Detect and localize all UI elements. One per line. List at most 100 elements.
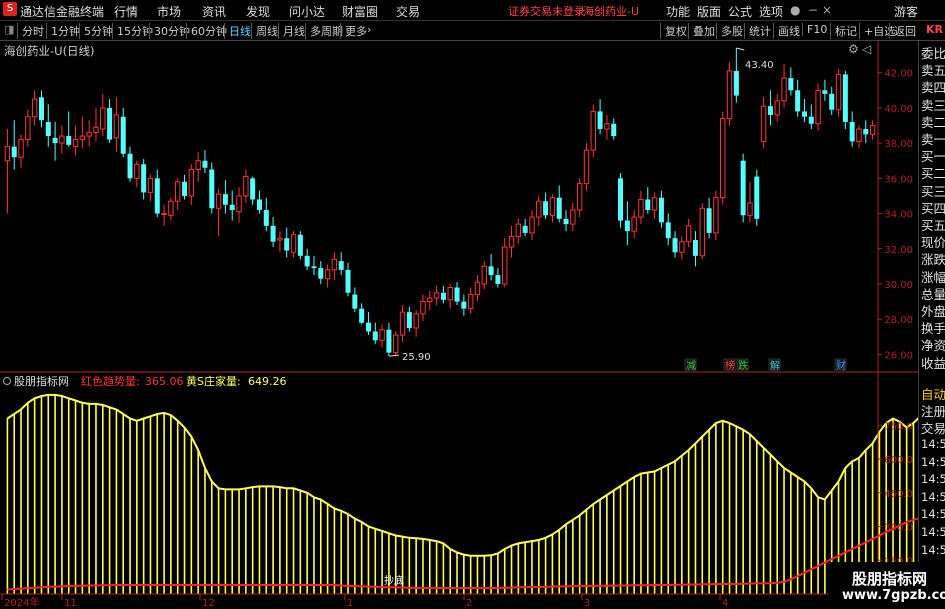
user-icon[interactable]: ● xyxy=(790,3,800,17)
candle-body xyxy=(618,178,624,221)
side-panel-action[interactable]: 自动 xyxy=(921,384,945,403)
candle-body xyxy=(651,197,658,211)
toggle-icon[interactable]: ◨ xyxy=(4,23,14,36)
period-30min[interactable]: 30分钟 xyxy=(149,23,190,39)
menu-trade[interactable]: 交易 xyxy=(396,3,420,20)
btn-multi-stock[interactable]: 多股 xyxy=(716,23,743,39)
minimize-icon[interactable]: − xyxy=(808,3,818,17)
candle-body xyxy=(576,183,583,211)
quote-field-label: 买二 xyxy=(921,166,945,182)
candle-body xyxy=(835,73,842,111)
candle-body xyxy=(250,178,256,200)
pane-settings-icon[interactable]: ⚙ xyxy=(848,42,859,56)
candle-body xyxy=(18,139,24,158)
quote-side-panel: 委比 卖五 卖四 卖三 卖二 卖一 买一 买二 买三 买四 买五 现价 涨跌 涨幅 总量 外盘 换手 净资 收益 自动… xyxy=(918,41,945,609)
candle-body xyxy=(638,198,644,218)
candle-body xyxy=(747,202,753,216)
side-panel-action[interactable]: 交易 xyxy=(921,418,945,437)
candle-body xyxy=(113,114,120,139)
candle-body xyxy=(52,137,58,144)
candle-body xyxy=(597,111,603,130)
period-weekly[interactable]: 周线 xyxy=(251,23,278,39)
btn-f10[interactable]: F10 xyxy=(802,23,827,36)
x-tick-label: 12 xyxy=(202,598,215,609)
candle-body xyxy=(570,209,576,225)
candle-body xyxy=(829,93,835,110)
menu-news[interactable]: 资讯 xyxy=(202,3,226,20)
event-tag-label: 跌 xyxy=(738,359,748,372)
candle-body xyxy=(685,225,692,243)
btn-overlay[interactable]: 叠加 xyxy=(688,23,715,39)
candle-body xyxy=(726,70,733,119)
more-chevron-icon[interactable]: › xyxy=(367,23,371,36)
price-y-tick-label: 42.00 xyxy=(884,69,913,80)
period-daily[interactable]: 日线 xyxy=(224,23,251,39)
btn-mark[interactable]: 标记 xyxy=(830,23,857,39)
btn-back[interactable]: 返回 xyxy=(889,23,916,39)
candle-body xyxy=(263,210,269,226)
quote-field-label: 涨跌 xyxy=(921,252,945,268)
event-tag-label: 减 xyxy=(686,360,696,372)
candle-body xyxy=(195,160,201,171)
menu-function[interactable]: 功能 xyxy=(666,3,690,20)
candle-body xyxy=(11,146,17,158)
price-high-label: 43.40 xyxy=(745,60,774,71)
price-y-tick-label: 34.00 xyxy=(884,210,913,221)
kr-badge: KR xyxy=(926,23,943,36)
close-icon[interactable]: × xyxy=(822,3,832,17)
quote-field-label: 委比 xyxy=(921,46,945,61)
menu-discover[interactable]: 发现 xyxy=(246,3,270,20)
tick-time-label: 14:56 xyxy=(921,472,945,487)
period-5min[interactable]: 5分钟 xyxy=(79,23,113,39)
menu-quotes[interactable]: 行情 xyxy=(114,3,138,20)
period-more[interactable]: 更多 xyxy=(340,23,367,39)
menu-formula[interactable]: 公式 xyxy=(728,3,752,20)
x-tick-label: 11 xyxy=(64,598,77,609)
candle-body xyxy=(324,269,331,280)
candle-body xyxy=(222,194,228,205)
btn-stats[interactable]: 统计 xyxy=(744,23,771,39)
candle-body xyxy=(631,216,637,232)
price-chart-title: 海创药业-U(日线) xyxy=(4,44,95,58)
period-multi[interactable]: 多周期 xyxy=(305,23,343,39)
menu-wealth[interactable]: 财富圈 xyxy=(342,3,378,20)
menu-layout[interactable]: 版面 xyxy=(697,3,721,20)
tick-time-label: 14:56 xyxy=(921,454,945,469)
candle-body xyxy=(672,238,678,253)
period-monthly[interactable]: 月线 xyxy=(278,23,305,39)
candle-body xyxy=(849,121,855,142)
candle-body xyxy=(461,301,467,309)
login-status[interactable]: 证券交易未登录 xyxy=(508,3,585,19)
btn-rights[interactable]: 复权 xyxy=(660,23,687,39)
candle-body xyxy=(590,110,596,151)
btn-draw[interactable]: 画线 xyxy=(773,23,800,39)
candle-body xyxy=(304,255,310,267)
period-15min[interactable]: 15分钟 xyxy=(112,23,153,39)
candle-body xyxy=(808,116,814,124)
price-low-label: 25.90 xyxy=(402,352,431,363)
menu-options[interactable]: 选项 xyxy=(759,3,783,20)
menu-bar: S 通达信金融终端 行情 市场 资讯 发现 问小达 财富圈 交易 证券交易未登录… xyxy=(0,0,945,21)
period-1min[interactable]: 1分钟 xyxy=(46,23,80,39)
indicator-settings-icon[interactable] xyxy=(3,377,11,385)
buy-bottom-tag: 抄底 xyxy=(384,574,404,587)
high-marker-arrow xyxy=(736,47,745,51)
x-tick-label: 3 xyxy=(584,598,590,609)
candle-body xyxy=(413,313,419,329)
period-tick[interactable]: 分时 xyxy=(17,23,44,39)
candle-body xyxy=(713,197,719,234)
candle-body xyxy=(386,329,392,353)
quote-field-label: 卖四 xyxy=(921,80,945,96)
watermark-line2: www.7gpzb.com xyxy=(842,588,945,603)
guest-user[interactable]: 游客 xyxy=(894,3,918,20)
side-panel-action[interactable]: 注册 xyxy=(921,401,945,420)
price-y-tick-label: 38.00 xyxy=(884,139,913,150)
period-60min[interactable]: 60分钟 xyxy=(186,23,227,39)
candle-body xyxy=(781,77,787,102)
pane-collapse-icon[interactable]: ◁ xyxy=(861,42,871,56)
candle-body xyxy=(543,201,549,216)
menu-market[interactable]: 市场 xyxy=(157,3,181,20)
candle-body xyxy=(284,238,290,251)
menu-ask[interactable]: 问小达 xyxy=(289,3,325,20)
tick-time-label: 14:56 xyxy=(921,507,945,522)
